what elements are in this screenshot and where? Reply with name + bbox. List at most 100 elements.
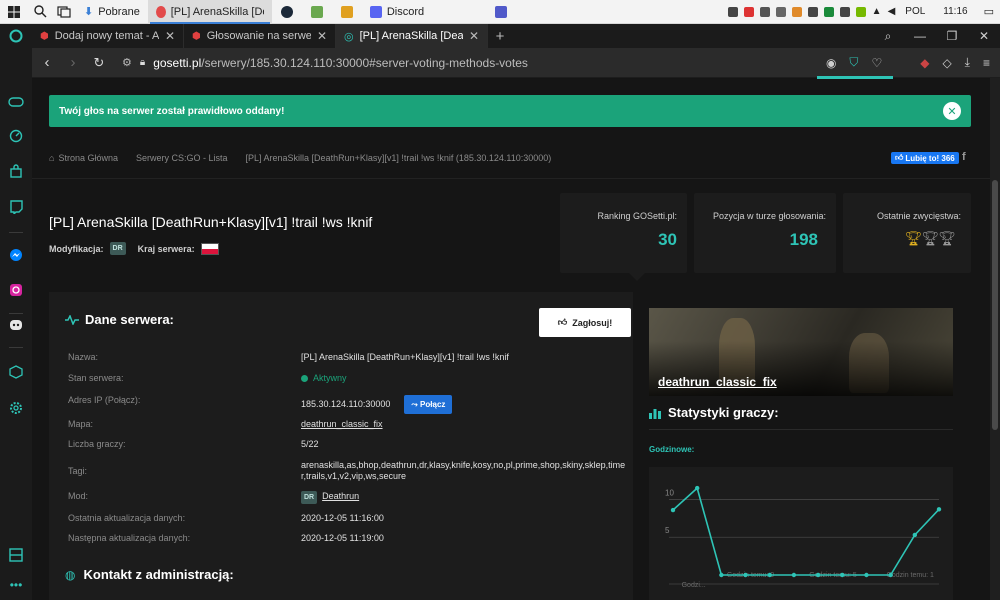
contact-heading: ◍ Kontakt z administracją:	[65, 567, 234, 582]
search-tabs-icon[interactable]: ⌕	[872, 29, 904, 44]
stat-value: 30	[658, 230, 677, 249]
instagram-icon[interactable]	[6, 280, 26, 300]
maximize-icon[interactable]: ❐	[936, 29, 968, 43]
vpn-shield-icon[interactable]: ⛉	[849, 55, 858, 70]
mod-link[interactable]: Deathrun	[322, 491, 359, 501]
back-icon[interactable]: ‹	[34, 54, 60, 71]
data-point[interactable]	[864, 572, 869, 578]
tray-app-icon[interactable]	[775, 6, 786, 17]
steam-icon	[280, 5, 293, 18]
tray-app-icon[interactable]	[823, 6, 834, 17]
ranking-card: Ranking GOSetti.pl: 30	[560, 193, 687, 273]
data-point[interactable]	[840, 572, 845, 578]
close-tab-icon[interactable]: ✕	[317, 29, 327, 43]
language-indicator[interactable]: POL	[905, 6, 925, 17]
close-alert-icon[interactable]: ✕	[943, 102, 961, 120]
extension-icon[interactable]: ◆	[920, 56, 929, 70]
stat-label: Ranking GOSetti.pl:	[597, 211, 677, 221]
minecraft-icon	[310, 5, 323, 18]
detail-value: [PL] ArenaSkilla [DeathRun+Klasy][v1] !t…	[301, 352, 509, 362]
game-icon	[340, 5, 353, 18]
more-options-icon[interactable]: •••	[6, 575, 26, 595]
data-point[interactable]	[888, 572, 893, 578]
facebook-like-button[interactable]: 👍︎ Lubię to! 366	[891, 152, 959, 164]
silver-trophy-icon: 🏆︎	[921, 230, 939, 246]
data-point[interactable]	[694, 485, 700, 491]
tray-app-icon[interactable]	[743, 6, 754, 17]
taskbar-app-discord[interactable]: Discord	[362, 0, 486, 24]
close-tab-icon[interactable]: ✕	[165, 29, 175, 43]
data-point[interactable]	[719, 572, 724, 578]
heart-icon[interactable]: ♡	[871, 56, 882, 70]
map-name-link[interactable]: deathrun_classic_fix	[658, 375, 777, 389]
detail-key: Ostatnia aktualizacja danych:	[68, 513, 186, 523]
url-field[interactable]: ⚙ 🔒︎ gosetti.pl/serwery/185.30.124.110:3…	[122, 56, 528, 70]
browser-tab-active[interactable]: ◎ [PL] ArenaSkilla [DeathRun ✕	[336, 24, 488, 48]
stat-label: Pozycja w turze głosowania:	[712, 211, 826, 221]
taskbar-app-browser[interactable]: [PL] ArenaSkilla [Death	[147, 0, 272, 24]
sidebar-toggle-icon[interactable]	[6, 545, 26, 565]
minimize-icon[interactable]: —	[904, 29, 936, 43]
cube-icon[interactable]: ◇	[942, 56, 951, 70]
vote-button[interactable]: 👍︎ Zagłosuj!	[539, 308, 631, 337]
twitch-icon[interactable]	[6, 197, 26, 217]
menu-icon[interactable]: ≡	[983, 56, 990, 70]
map-link[interactable]: deathrun_classic_fix	[301, 419, 383, 429]
opera-gx-logo-icon[interactable]	[0, 24, 32, 48]
data-point[interactable]	[936, 507, 942, 512]
new-tab-button[interactable]: +	[488, 28, 512, 45]
data-point[interactable]	[791, 572, 797, 578]
close-window-icon[interactable]: ✕	[968, 29, 1000, 43]
nvidia-icon[interactable]	[855, 6, 866, 17]
messenger-icon[interactable]	[6, 245, 26, 265]
notification-icon[interactable]: ▭	[984, 5, 994, 18]
breadcrumb-servers[interactable]: Serwery CS:GO - Lista	[136, 153, 228, 163]
map-image[interactable]: deathrun_classic_fix	[649, 308, 953, 396]
data-point[interactable]	[743, 572, 748, 578]
shopping-bag-icon[interactable]	[6, 161, 26, 181]
taskbar-app-minecraft[interactable]	[302, 0, 332, 24]
browser-tab[interactable]: ⬢ Głosowanie na serwery CS:G ✕	[184, 24, 336, 48]
taskbar-app-teams[interactable]	[486, 0, 516, 24]
tray-app-icon[interactable]	[759, 6, 770, 17]
tray-app-icon[interactable]	[807, 6, 818, 17]
taskbar-app-game[interactable]	[332, 0, 362, 24]
breadcrumb-home[interactable]: ⌂ Strona Główna	[49, 153, 118, 163]
wifi-icon[interactable]: ▲	[872, 6, 882, 17]
tray-app-icon[interactable]	[791, 6, 802, 17]
taskbar-app-label: Discord	[386, 5, 425, 18]
search-icon[interactable]	[28, 0, 52, 24]
tray-app-icon[interactable]	[839, 6, 850, 17]
settings-gear-icon[interactable]	[6, 398, 26, 418]
tray-app-icon[interactable]	[727, 6, 738, 17]
scrollbar-thumb[interactable]	[992, 180, 998, 430]
site-info-icon[interactable]: ⚙	[122, 56, 132, 69]
download-folder-icon: ⬇	[84, 6, 94, 18]
gamepad-icon[interactable]	[6, 92, 26, 112]
discord-icon[interactable]	[6, 315, 26, 335]
data-point[interactable]	[912, 532, 918, 538]
windows-start-icon[interactable]	[0, 0, 28, 24]
close-tab-icon[interactable]: ✕	[469, 29, 479, 43]
facebook-icon[interactable]: f	[962, 151, 971, 164]
connect-button[interactable]: ⤳ Połącz	[404, 395, 453, 414]
chevron-right-icon: ⤳	[411, 400, 421, 409]
volume-icon[interactable]: ◀	[888, 6, 896, 17]
speedometer-icon[interactable]	[6, 126, 26, 146]
data-point[interactable]	[670, 507, 676, 513]
detail-key: Liczba graczy:	[68, 439, 126, 449]
taskbar-app-downloads[interactable]: ⬇ Pobrane	[76, 0, 148, 24]
cube-icon[interactable]	[6, 362, 26, 382]
trophies: 🏆︎🏆︎🏆︎	[905, 230, 956, 247]
y-tick-label: 5	[665, 526, 670, 535]
camera-icon[interactable]: ◉	[826, 56, 836, 70]
data-point[interactable]	[767, 572, 772, 578]
forward-icon[interactable]: ›	[60, 54, 86, 71]
reload-icon[interactable]: ↻	[86, 55, 112, 71]
browser-tab[interactable]: ⬢ Dodaj nowy temat - Arena ✕	[32, 24, 184, 48]
task-view-icon[interactable]	[52, 0, 76, 24]
clock[interactable]: 11:16	[943, 6, 967, 17]
taskbar-app-steam[interactable]	[272, 0, 302, 24]
download-icon[interactable]: ⤓	[965, 55, 970, 70]
data-point[interactable]	[815, 572, 821, 578]
